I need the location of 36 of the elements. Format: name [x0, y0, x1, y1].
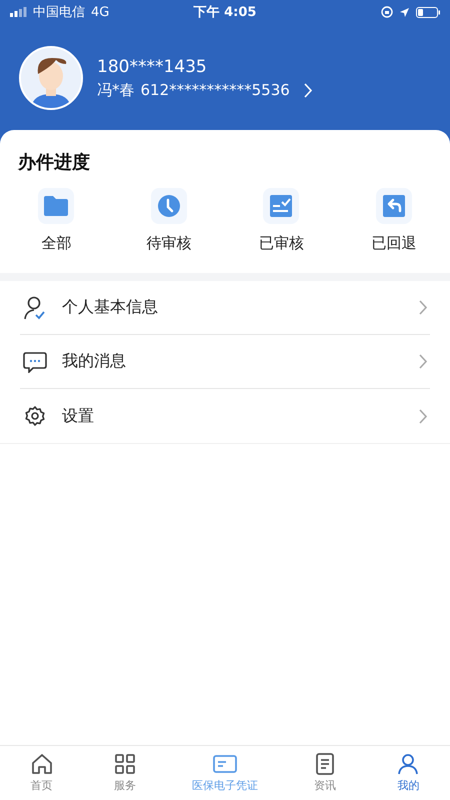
network-type: 4G: [91, 4, 110, 20]
battery-icon: [416, 6, 440, 18]
status-filter-button[interactable]: 待审核: [146, 188, 192, 253]
user-name: 冯*春: [97, 80, 134, 100]
id-number: 612***********5536: [140, 81, 290, 99]
status-filter-button[interactable]: 已审核: [258, 188, 304, 253]
chevron-right-icon: [419, 408, 428, 424]
card-icon: [212, 753, 237, 775]
location-icon: [399, 6, 410, 18]
tab[interactable]: 资讯: [283, 746, 367, 800]
clock-icon: [156, 194, 181, 218]
tab[interactable]: 我的: [366, 746, 450, 800]
status-time: 下午 4:05: [194, 4, 256, 21]
chevron-right-icon: [419, 300, 428, 315]
phone-number: 180****1435: [97, 56, 208, 76]
menu-item[interactable]: 我的消息: [20, 335, 430, 389]
checklist-icon: [269, 194, 294, 218]
person-check-icon: [24, 296, 46, 320]
menu-item[interactable]: 设置: [20, 389, 430, 443]
section-title: 办件进度: [18, 151, 91, 174]
menu-item[interactable]: 个人基本信息: [20, 281, 430, 335]
chevron-right-icon: [304, 82, 313, 98]
person-icon: [397, 753, 420, 775]
carrier-name: 中国电信: [33, 4, 85, 21]
settings-icon: [25, 406, 45, 426]
status-filter-button[interactable]: 已回退: [371, 188, 416, 253]
rotation-lock-icon: [381, 6, 393, 18]
tab[interactable]: 首页: [0, 746, 84, 800]
chat-bubble-icon: [23, 350, 47, 372]
signal-icon: [10, 7, 27, 17]
home-icon: [30, 753, 53, 775]
chevron-right-icon: [419, 354, 428, 369]
tab[interactable]: 服务: [83, 746, 167, 800]
document-icon: [314, 753, 335, 775]
grid-icon: [114, 753, 136, 775]
folder-icon: [43, 195, 70, 217]
